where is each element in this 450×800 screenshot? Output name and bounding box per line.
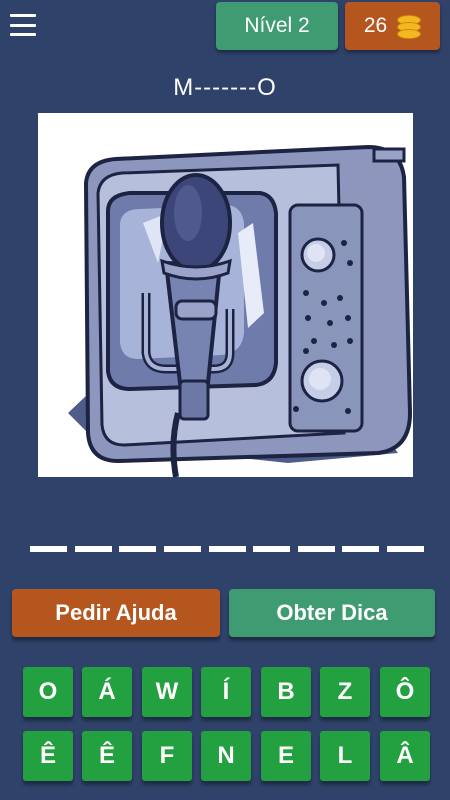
answer-slot[interactable] <box>342 546 380 552</box>
letter-key[interactable]: N <box>201 731 251 781</box>
puzzle-picture <box>38 113 413 477</box>
letter-key[interactable]: Ô <box>380 667 430 717</box>
answer-slot[interactable] <box>163 546 201 552</box>
letter-key[interactable]: F <box>142 731 192 781</box>
answer-slot[interactable] <box>30 546 67 552</box>
letter-key[interactable]: Ê <box>23 731 73 781</box>
letter-key[interactable]: W <box>142 667 192 717</box>
level-label: Nível 2 <box>244 14 310 37</box>
letter-key[interactable]: B <box>261 667 311 717</box>
letter-key[interactable]: Ê <box>82 731 132 781</box>
answer-slot[interactable] <box>387 546 424 552</box>
answer-slot[interactable] <box>297 546 335 552</box>
answer-slot[interactable] <box>253 546 291 552</box>
get-tip-button[interactable]: Obter Dica <box>229 589 435 637</box>
letter-key[interactable]: Á <box>82 667 132 717</box>
letter-key[interactable]: E <box>261 731 311 781</box>
answer-slots <box>30 546 424 554</box>
get-tip-label: Obter Dica <box>276 600 388 625</box>
answer-slot[interactable] <box>208 546 246 552</box>
level-button[interactable]: Nível 2 <box>216 2 338 50</box>
coin-count: 26 <box>363 14 388 37</box>
menu-icon[interactable] <box>10 14 36 36</box>
letter-key[interactable]: Í <box>201 667 251 717</box>
answer-slot[interactable] <box>119 546 157 552</box>
ask-help-label: Pedir Ajuda <box>55 600 177 625</box>
word-hint: M-------O <box>173 74 277 101</box>
answer-slot[interactable] <box>74 546 112 552</box>
microphone-radio-illustration <box>68 144 413 477</box>
letter-key[interactable]: L <box>320 731 370 781</box>
letter-key[interactable]: O <box>23 667 73 717</box>
letter-key[interactable]: Z <box>320 667 370 717</box>
ask-help-button[interactable]: Pedir Ajuda <box>12 589 220 637</box>
coin-stack-icon <box>397 15 422 39</box>
coins-button[interactable]: 26 <box>345 2 440 50</box>
letter-key[interactable]: Â <box>380 731 430 781</box>
